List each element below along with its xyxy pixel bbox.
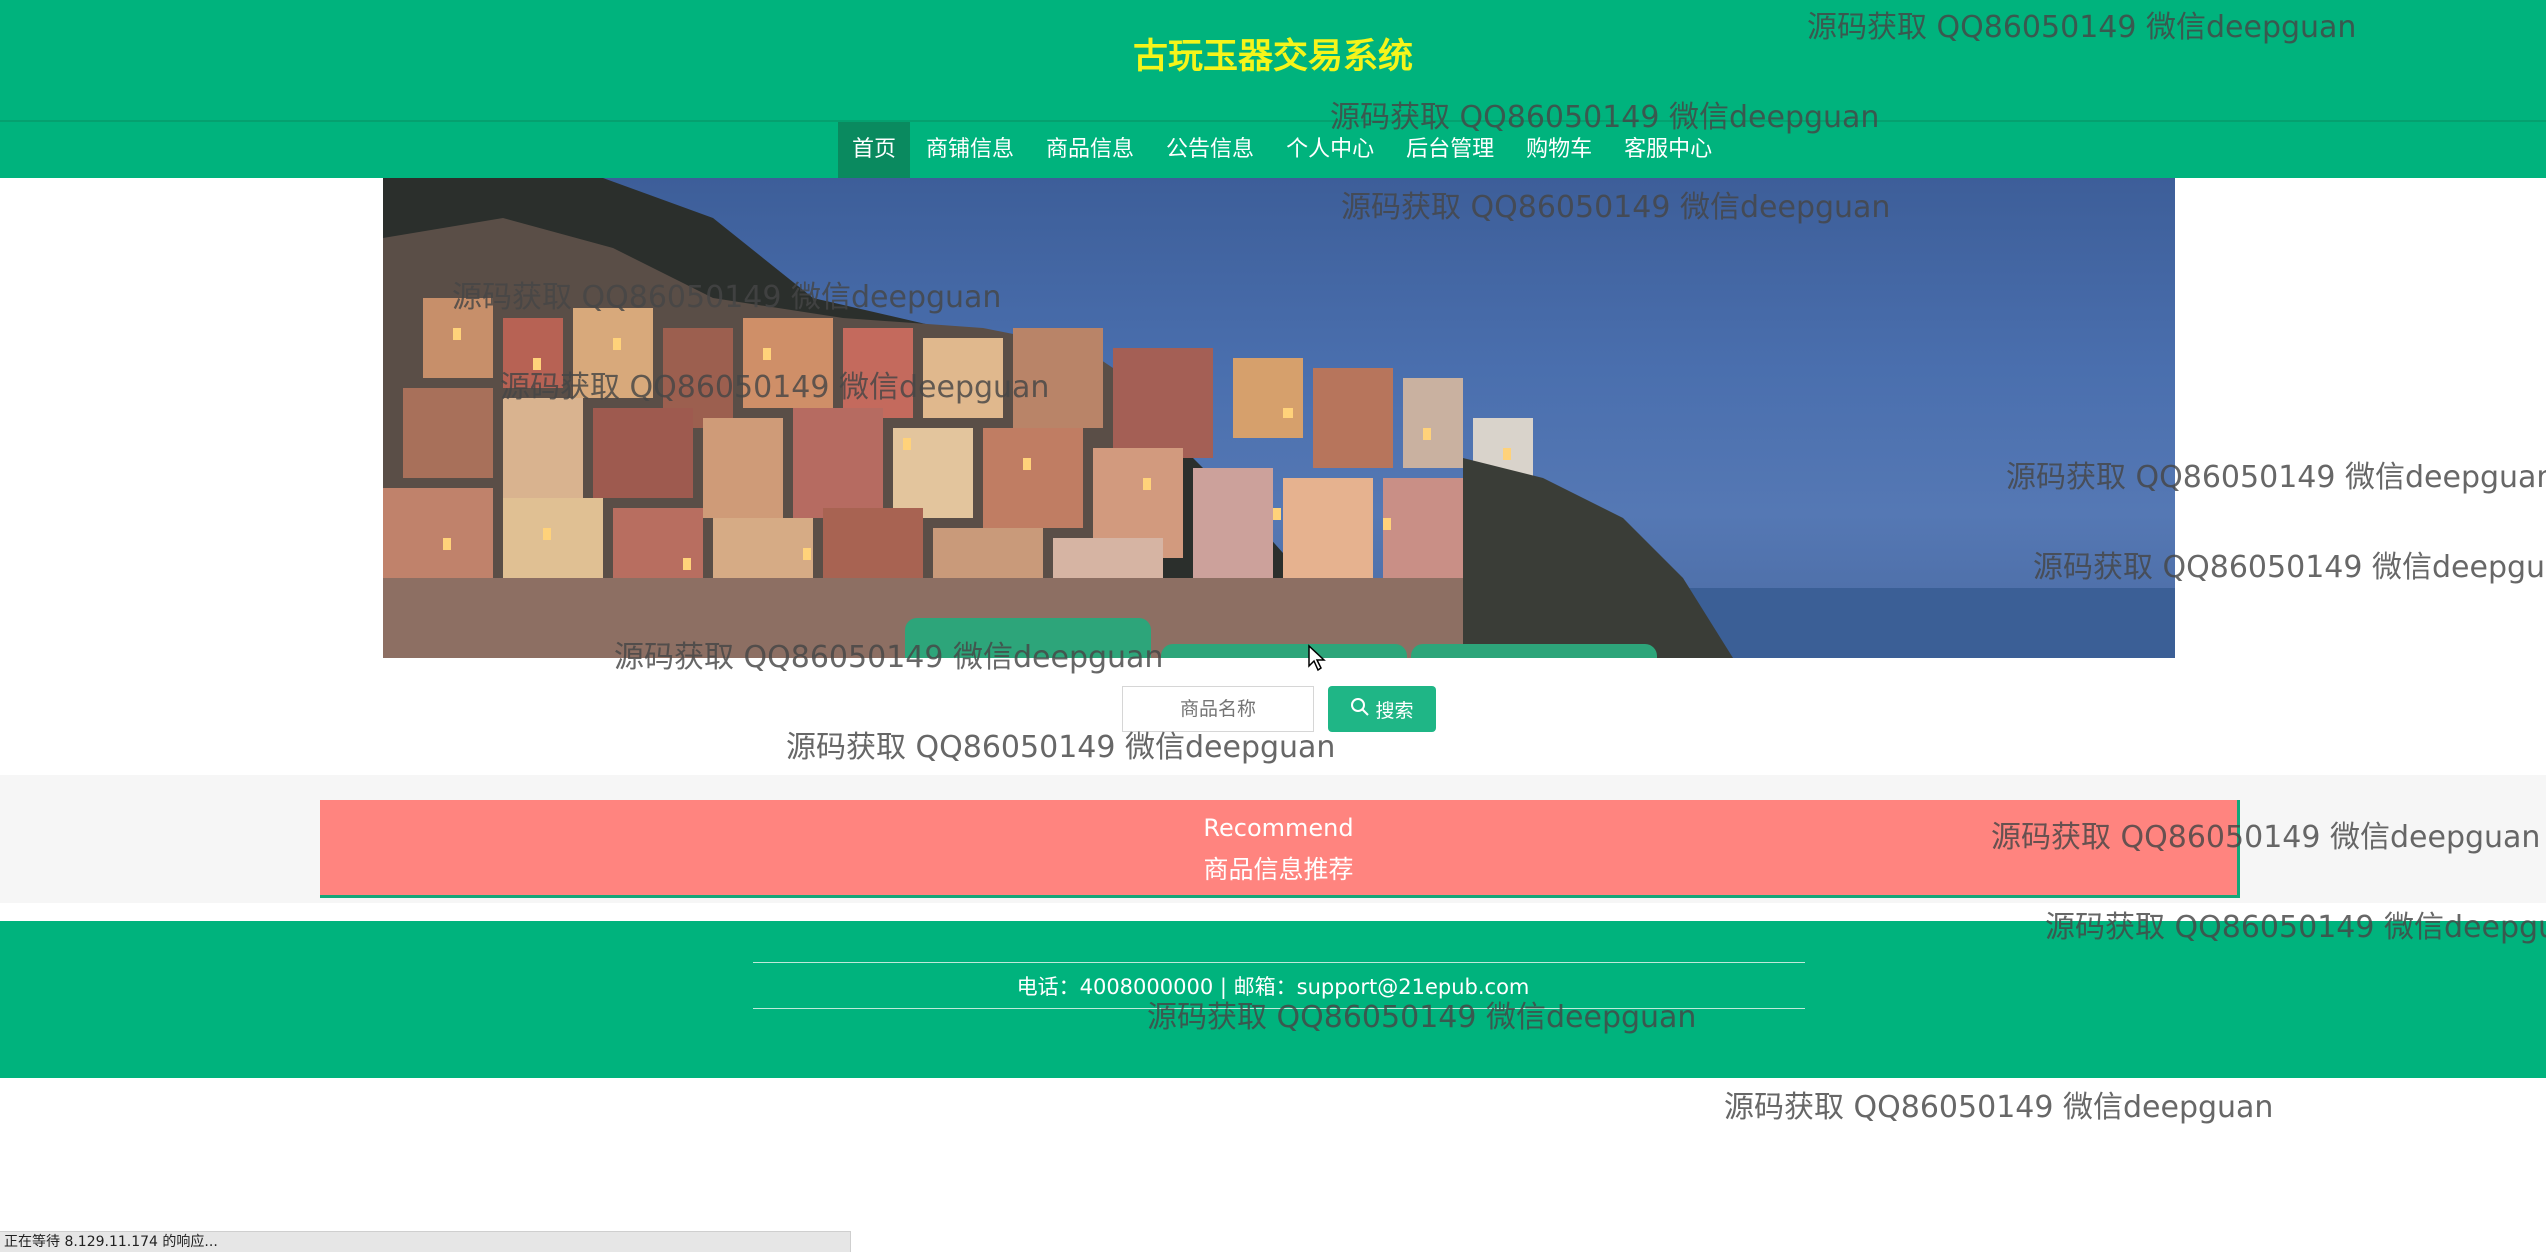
browser-status-bar: 正在等待 8.129.11.174 的响应...	[0, 1231, 851, 1252]
nav-item-notices[interactable]: 公告信息	[1150, 122, 1270, 178]
watermark-text: 源码获取 QQ86050149 微信deepguan	[1147, 1000, 1697, 1035]
banner-carousel[interactable]	[383, 178, 2175, 658]
search-button[interactable]: 搜索	[1328, 686, 1436, 732]
nav-item-home[interactable]: 首页	[838, 122, 911, 178]
page: 古玩玉器交易系统 首页 商铺信息 商品信息 公告信息 个人中心 后台管理 购物车…	[0, 0, 2546, 1252]
banner-tab-3[interactable]	[1411, 644, 1657, 658]
watermark-text: 源码获取 QQ86050149 微信deepguan	[500, 370, 1050, 405]
search-button-label: 搜索	[1375, 699, 1414, 722]
mouse-cursor-icon	[1308, 644, 1326, 672]
watermark-text: 源码获取 QQ86050149 微信deepguan	[2006, 460, 2546, 495]
watermark-text: 源码获取 QQ86050149 微信deepguan	[1341, 190, 1891, 225]
watermark-text: 源码获取 QQ86050149 微信deepguan	[1991, 820, 2541, 855]
banner-image	[383, 178, 2175, 658]
watermark-text: 源码获取 QQ86050149 微信deepguan	[1724, 1090, 2274, 1125]
nav-item-products[interactable]: 商品信息	[1030, 122, 1150, 178]
watermark-text: 源码获取 QQ86050149 微信deepguan	[2045, 910, 2546, 945]
watermark-text: 源码获取 QQ86050149 微信deepguan	[786, 730, 1336, 765]
main-nav: 首页 商铺信息 商品信息 公告信息 个人中心 后台管理 购物车 客服中心	[0, 122, 2546, 178]
watermark-text: 源码获取 QQ86050149 微信deepguan	[1807, 10, 2357, 45]
nav-item-shops[interactable]: 商铺信息	[910, 122, 1030, 178]
search-icon	[1350, 697, 1370, 722]
footer-divider-top	[753, 962, 1805, 963]
banner-tab-2[interactable]	[1161, 644, 1407, 658]
watermark-text: 源码获取 QQ86050149 微信deepguan	[614, 640, 1164, 675]
recommend-title-en: Recommend	[1203, 814, 1354, 842]
watermark-text: 源码获取 QQ86050149 微信deepguan	[2033, 550, 2546, 585]
watermark-text: 源码获取 QQ86050149 微信deepguan	[452, 280, 1002, 315]
recommend-title-cn: 商品信息推荐	[1203, 855, 1354, 884]
recommend-banner: Recommend 商品信息推荐	[320, 800, 2240, 898]
watermark-text: 源码获取 QQ86050149 微信deepguan	[1330, 100, 1880, 135]
